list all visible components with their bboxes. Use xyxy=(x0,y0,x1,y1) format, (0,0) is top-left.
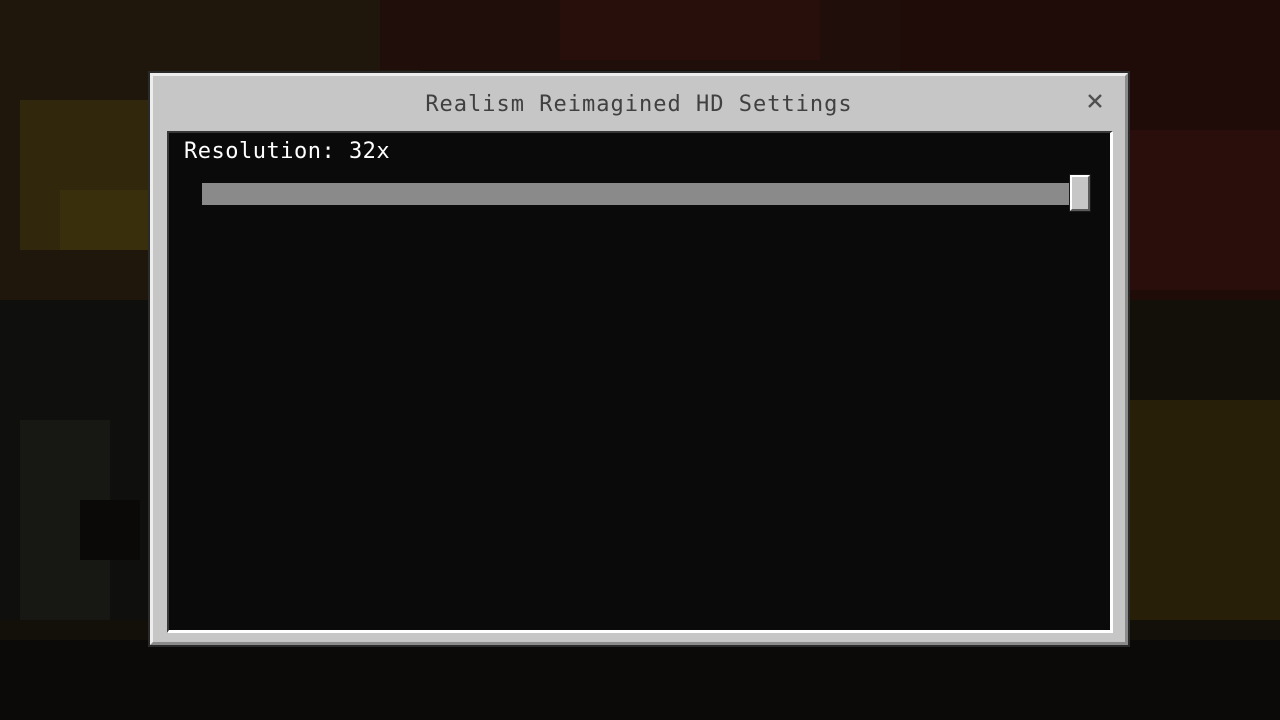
dialog-title: Realism Reimagined HD Settings xyxy=(425,92,853,117)
settings-dialog: Realism Reimagined HD Settings Resolutio… xyxy=(150,73,1128,645)
resolution-slider[interactable] xyxy=(202,174,1091,212)
slider-fill xyxy=(202,183,1082,205)
close-icon[interactable] xyxy=(1085,91,1107,113)
slider-thumb[interactable] xyxy=(1069,174,1091,212)
settings-panel: Resolution: 32x xyxy=(167,131,1113,633)
dialog-titlebar: Realism Reimagined HD Settings xyxy=(153,76,1125,128)
resolution-label: Resolution: 32x xyxy=(184,139,391,164)
